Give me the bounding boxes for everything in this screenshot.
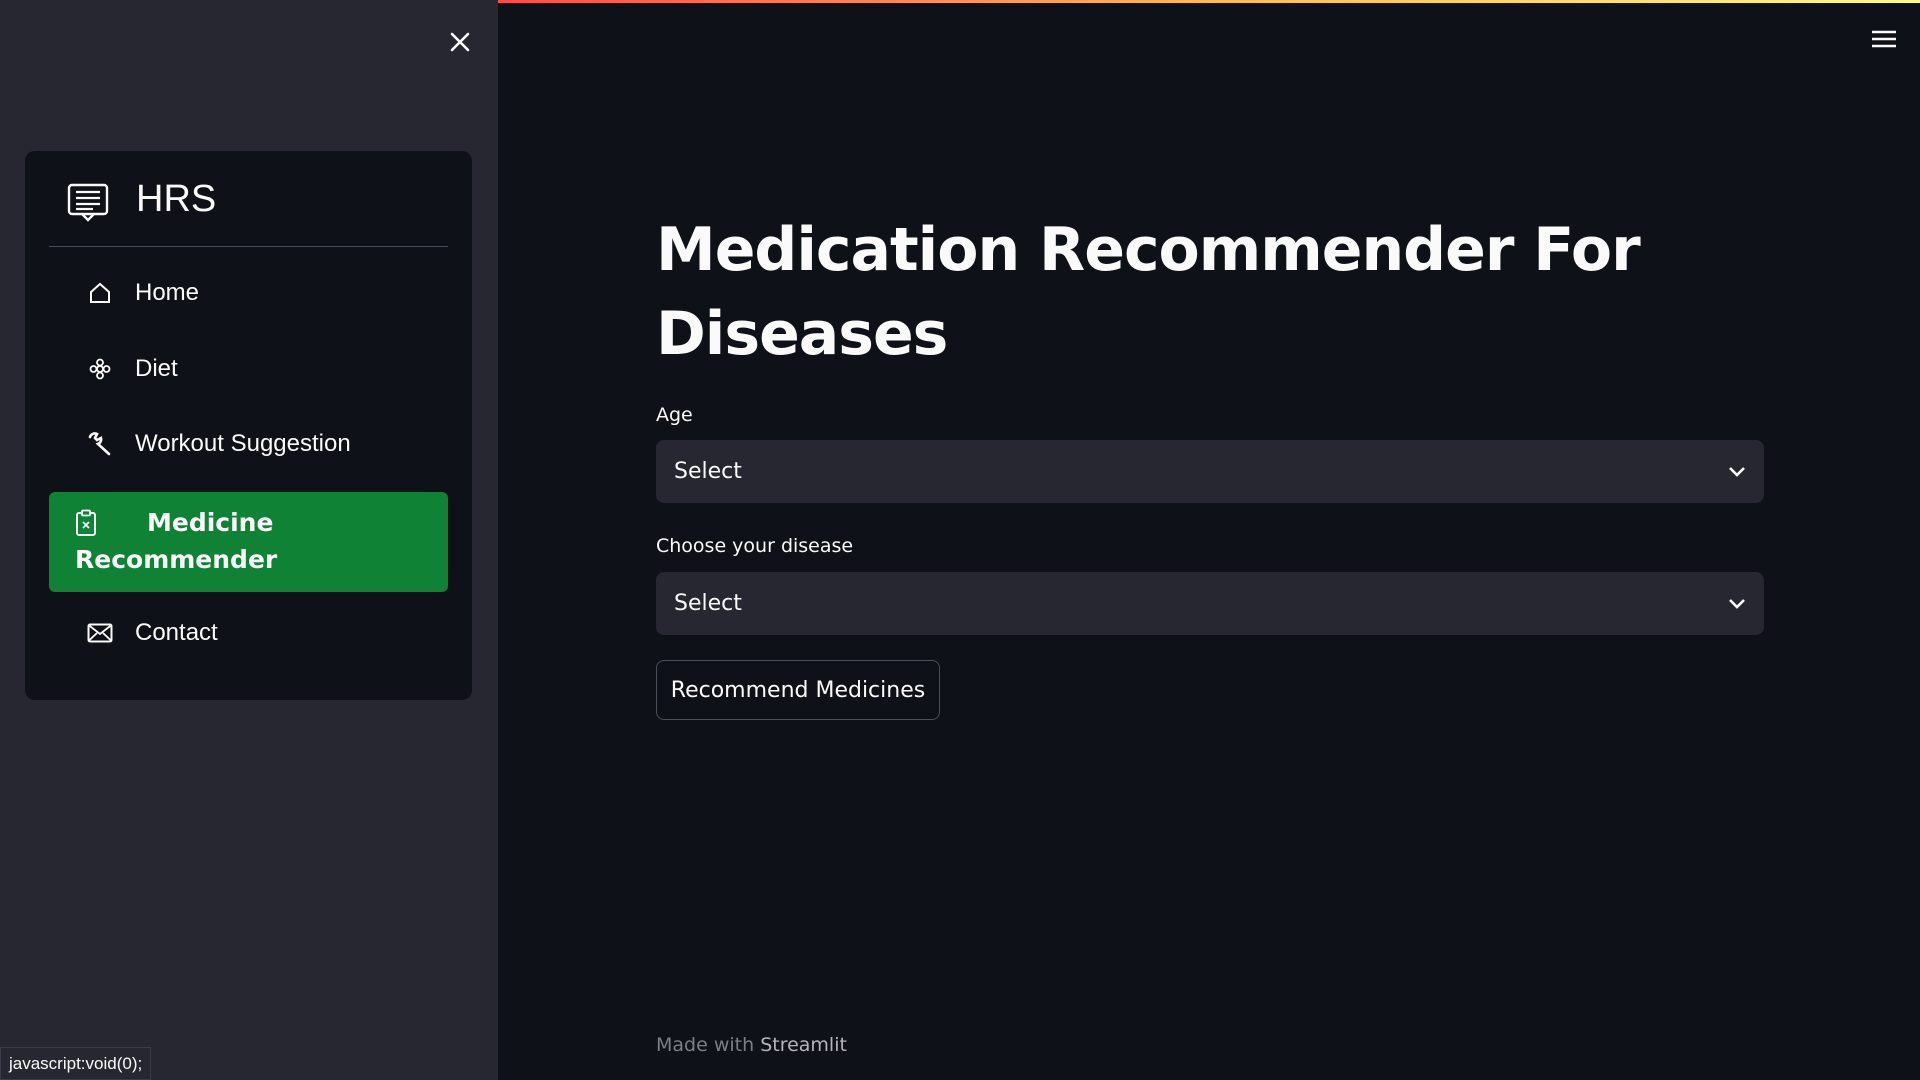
age-label: Age xyxy=(656,404,693,426)
main-content: Medication Recommender For Diseases Age … xyxy=(498,0,1920,1080)
chevron-down-icon xyxy=(1729,598,1745,609)
footer: Made with Streamlit xyxy=(656,1034,847,1056)
sidebar-item-label: Diet xyxy=(135,355,178,382)
age-select[interactable]: Select xyxy=(656,440,1764,503)
sidebar-item-home[interactable]: Home xyxy=(49,261,448,325)
disease-select[interactable]: Select xyxy=(656,572,1764,635)
close-icon xyxy=(450,32,470,52)
close-sidebar-button[interactable] xyxy=(444,26,476,58)
recommend-medicines-button[interactable]: Recommend Medicines xyxy=(656,660,940,720)
sidebar-item-contact[interactable]: Contact xyxy=(49,601,448,665)
sidebar-item-label: Medicine Recommender xyxy=(75,508,278,574)
sidebar-item-label: Contact xyxy=(135,619,218,646)
sidebar-item-workout-suggestion[interactable]: Workout Suggestion xyxy=(49,412,448,476)
streamlit-link[interactable]: Streamlit xyxy=(760,1034,847,1056)
sidebar-item-medicine-recommender[interactable]: Medicine Recommender xyxy=(49,492,448,592)
sidebar-item-label: Home xyxy=(135,279,200,306)
chevron-down-icon xyxy=(1729,466,1745,477)
menu-logo-icon xyxy=(67,183,109,227)
app: HRS Home Diet Workout Suggestion Medicin… xyxy=(0,0,1920,1080)
disease-label: Choose your disease xyxy=(656,535,854,557)
disease-select-value: Select xyxy=(674,591,742,616)
browser-status-bar: javascript:void(0); xyxy=(0,1047,152,1080)
sidebar-item-diet[interactable]: Diet xyxy=(49,337,448,401)
sidebar-item-label: Workout Suggestion xyxy=(135,430,351,457)
wrench-icon xyxy=(87,431,113,457)
flower-icon xyxy=(87,356,113,382)
home-icon xyxy=(87,280,113,306)
menu-title: HRS xyxy=(136,178,217,220)
sidebar: HRS Home Diet Workout Suggestion Medicin… xyxy=(0,0,498,1080)
age-select-value: Select xyxy=(674,459,742,484)
option-menu: HRS Home Diet Workout Suggestion Medicin… xyxy=(25,151,472,700)
footer-prefix: Made with xyxy=(656,1034,755,1056)
envelope-icon xyxy=(87,620,113,646)
page-title: Medication Recommender For Diseases xyxy=(656,215,1641,369)
